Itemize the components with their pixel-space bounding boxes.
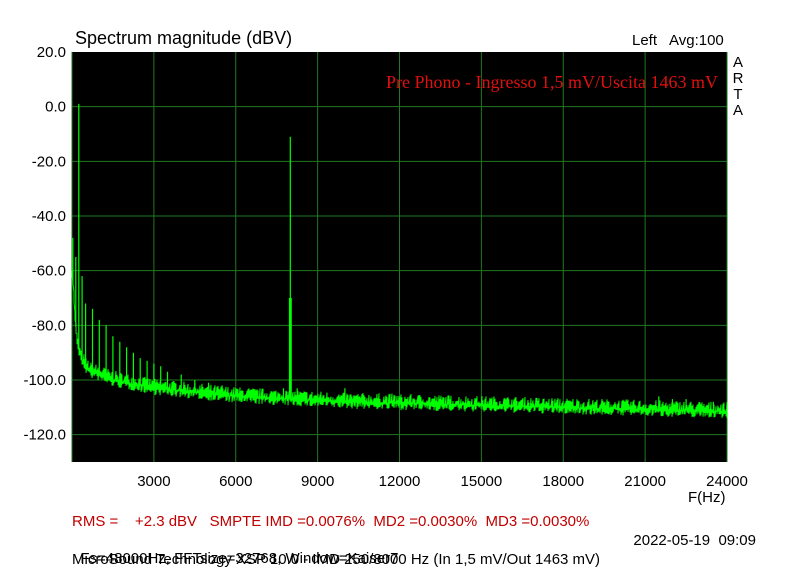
y-tick-label: -120.0 — [23, 427, 66, 444]
timestamp: 2022-05-19 09:09 — [633, 532, 756, 549]
x-tick-label: 12000 — [379, 473, 421, 490]
chart-title: Spectrum magnitude (dBV) — [75, 28, 292, 48]
y-tick-label: 20.0 — [37, 44, 66, 61]
measurement-results: RMS = +2.3 dBV SMPTE IMD =0.0076% MD2 =0… — [72, 513, 590, 530]
y-tick-label: -80.0 — [32, 317, 66, 334]
chart-annotation: Pre Phono - Ingresso 1,5 mV/Uscita 1463 … — [386, 72, 718, 92]
x-tick-label: 15000 — [461, 473, 503, 490]
y-tick-label: -20.0 — [32, 153, 66, 170]
averaging-label: Avg:100 — [669, 32, 724, 49]
brand-letter: A — [733, 54, 743, 71]
spectrum-chart: Spectrum magnitude (dBV) Left Avg:100 AR… — [23, 28, 748, 506]
x-axis-label: F(Hz) — [688, 489, 726, 506]
x-tick-label: 24000 — [706, 473, 748, 490]
brand-letter: R — [733, 70, 744, 87]
channel-label: Left — [632, 32, 658, 49]
brand-letter: T — [733, 86, 742, 103]
y-tick-label: -40.0 — [32, 208, 66, 225]
x-tick-label: 6000 — [219, 473, 252, 490]
y-tick-label: -100.0 — [23, 372, 66, 389]
x-tick-label: 3000 — [137, 473, 170, 490]
x-tick-label: 21000 — [624, 473, 666, 490]
y-tick-label: 0.0 — [45, 99, 66, 116]
device-description: MicroSound Technology XSP 10.0 - IMD 250… — [72, 551, 601, 568]
x-tick-label: 9000 — [301, 473, 334, 490]
brand-letter: A — [733, 102, 743, 119]
x-tick-label: 18000 — [542, 473, 584, 490]
arta-brand-letters: ARTA — [733, 54, 744, 119]
y-tick-label: -60.0 — [32, 263, 66, 280]
